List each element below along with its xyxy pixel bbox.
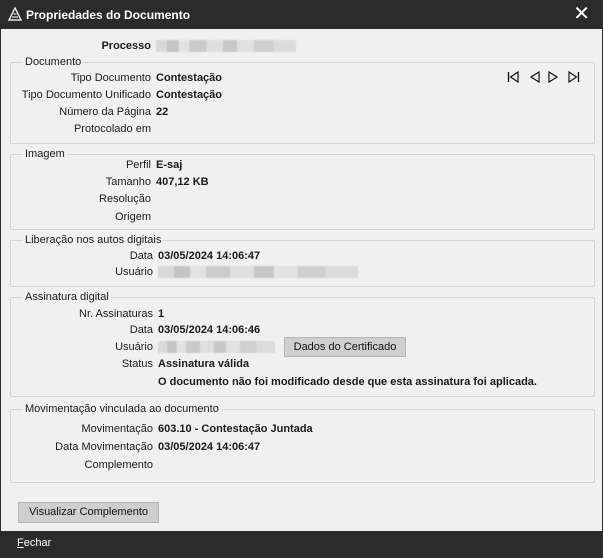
tipo-documento-label: Tipo Documento [70, 72, 151, 84]
document-properties-window: Propriedades do Documento ✕ Processo Doc… [0, 0, 603, 558]
assinatura-data-value: 03/05/2024 14:06:46 [158, 324, 261, 336]
processo-value-redacted [156, 40, 296, 52]
nav-last-icon[interactable] [567, 70, 581, 84]
app-logo-icon [8, 7, 22, 21]
assinatura-usuario-redacted [158, 341, 275, 353]
liberacao-data-label: Data [129, 250, 153, 262]
status-message: O documento não foi modificado desde que… [158, 376, 537, 388]
status-value: Assinatura válida [158, 358, 250, 370]
complemento-label: Complemento [84, 459, 153, 471]
movimentacao-group-title: Movimentação vinculada ao documento [23, 401, 221, 417]
data-movimentacao-label: Data Movimentação [55, 441, 153, 453]
tamanho-value: 407,12 KB [156, 176, 209, 188]
tamanho-label: Tamanho [105, 176, 151, 188]
movimentacao-value: 603.10 - Contestação Juntada [158, 423, 313, 435]
liberacao-group-title: Liberação nos autos digitais [23, 232, 164, 248]
footer-bar: Fechar [1, 531, 602, 557]
perfil-label: Perfil [125, 159, 151, 171]
nr-assinaturas-label: Nr. Assinaturas [79, 308, 153, 320]
close-icon[interactable]: ✕ [573, 4, 590, 24]
fechar-mnemonic: F [17, 537, 24, 549]
perfil-value: E-saj [156, 159, 183, 171]
data-movimentacao-value: 03/05/2024 14:06:47 [158, 441, 261, 453]
status-label: Status [121, 358, 153, 370]
movimentacao-label: Movimentação [81, 423, 153, 435]
tipo-documento-unificado-value: Contestação [156, 89, 223, 101]
tipo-documento-unificado-label: Tipo Documento Unificado [21, 89, 151, 101]
liberacao-data-value: 03/05/2024 14:06:47 [158, 250, 261, 262]
title-bar[interactable]: Propriedades do Documento ✕ [1, 1, 602, 29]
liberacao-usuario-label: Usuário [115, 266, 153, 278]
fechar-label: echar [23, 537, 52, 549]
resolucao-label: Resolução [99, 193, 151, 205]
assinatura-usuario-label: Usuário [115, 341, 153, 353]
window-title: Propriedades do Documento [26, 8, 191, 22]
origem-label: Origem [114, 211, 151, 223]
nav-first-icon[interactable] [506, 70, 520, 84]
nav-prev-icon[interactable] [528, 70, 542, 84]
documento-group-title: Documento [23, 54, 84, 70]
assinatura-data-label: Data [129, 324, 153, 336]
protocolado-label: Protocolado em [73, 123, 151, 135]
liberacao-usuario-redacted [158, 266, 358, 278]
tipo-documento-value: Contestação [156, 72, 223, 84]
assinatura-group-title: Assinatura digital [23, 289, 111, 305]
dados-certificado-button[interactable]: Dados do Certificado [284, 337, 406, 357]
visualizar-complemento-button[interactable]: Visualizar Complemento [18, 502, 159, 523]
numero-pagina-label: Número da Página [59, 106, 151, 118]
nav-next-icon[interactable] [546, 70, 560, 84]
fechar-button[interactable]: Fechar [17, 537, 51, 549]
processo-label: Processo [101, 40, 151, 52]
nr-assinaturas-value: 1 [158, 308, 165, 320]
numero-pagina-value: 22 [156, 106, 169, 118]
